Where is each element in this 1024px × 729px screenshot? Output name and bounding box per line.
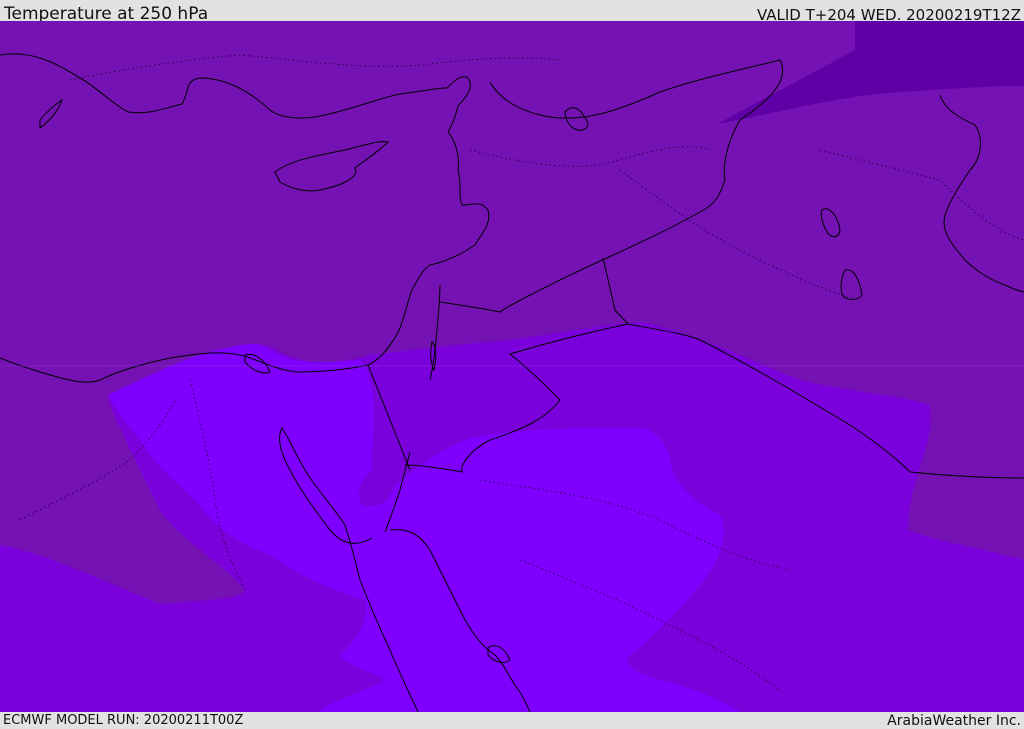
- header-bar: Temperature at 250 hPa VALID T+204 WED. …: [0, 0, 1024, 24]
- weather-map: [0, 21, 1024, 712]
- model-run-label: ECMWF MODEL RUN: 20200211T00Z: [3, 713, 244, 728]
- credit-label: ArabiaWeather Inc.: [887, 713, 1021, 729]
- map-frame: Temperature at 250 hPa VALID T+204 WED. …: [0, 0, 1024, 729]
- footer-bar: ECMWF MODEL RUN: 20200211T00Z ArabiaWeat…: [0, 712, 1024, 729]
